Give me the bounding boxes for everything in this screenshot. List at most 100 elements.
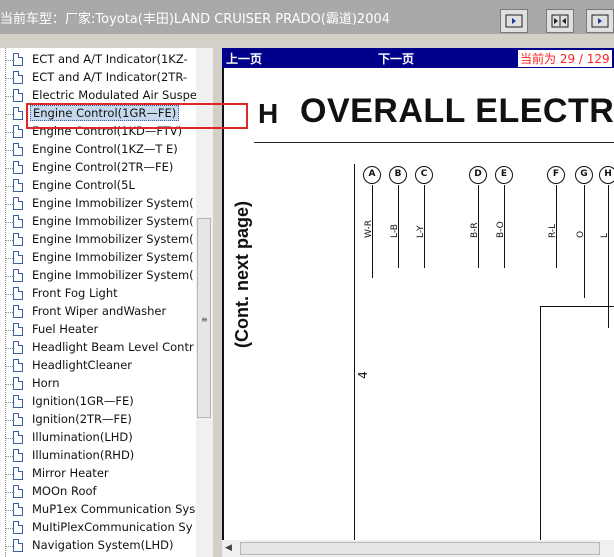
tree-item[interactable]: Headlight Beam Level Contr xyxy=(0,339,196,357)
tree-item[interactable]: Front Fog Light xyxy=(0,285,196,303)
tree-connector xyxy=(5,366,13,367)
tree-item-label: Illumination(RHD) xyxy=(32,448,135,462)
wire-color-label: R-L xyxy=(548,223,558,238)
tree-item[interactable]: Horn xyxy=(0,375,196,393)
tree-item[interactable]: MuP1ex Communication Sys xyxy=(0,501,196,519)
scroll-left-icon[interactable]: ◀ xyxy=(225,543,232,553)
tree-connector xyxy=(5,330,13,331)
document-icon xyxy=(13,431,23,444)
two-page-icon xyxy=(551,14,569,28)
wire-color-label: W-R xyxy=(364,219,374,238)
tree-item-label: ECT and A/T Indicator(1KZ- xyxy=(32,52,188,66)
tree-item-label: Engine Immobilizer System( xyxy=(32,232,194,246)
tree-item[interactable]: Front Wiper andWasher xyxy=(0,303,196,321)
tree-item[interactable]: Mirror Heater xyxy=(0,465,196,483)
document-icon xyxy=(13,89,23,102)
wire-number-label: 4 xyxy=(355,371,370,379)
tree-item[interactable]: Illumination(LHD) xyxy=(0,429,196,447)
tree-item[interactable]: Engine Control(1KD—FTV) xyxy=(0,123,196,141)
connector-circle: A xyxy=(363,166,381,184)
grip-icon: ≡ xyxy=(201,315,208,324)
tree-connector xyxy=(5,204,13,205)
tree-item-label: MuP1ex Communication Sys xyxy=(32,502,196,516)
tree-connector xyxy=(5,276,13,277)
tree-connector xyxy=(5,384,13,385)
document-icon xyxy=(13,377,23,390)
tree-connector xyxy=(5,186,13,187)
tree-item-label: Illumination(LHD) xyxy=(32,430,133,444)
connector-circle: F xyxy=(547,166,565,184)
connector-circle: B xyxy=(389,166,407,184)
wiring-diagram-page: H OVERALL ELECTRIC (Cont. next page) 4 A… xyxy=(222,68,614,557)
tree-connector xyxy=(5,528,13,529)
single-page-button[interactable] xyxy=(586,9,614,33)
tree-item[interactable]: Engine Control(1KZ—T E) xyxy=(0,141,196,159)
tree-item[interactable]: Illumination(RHD) xyxy=(0,447,196,465)
document-icon xyxy=(13,107,23,120)
tree-item[interactable]: Fuel Heater xyxy=(0,321,196,339)
document-icon xyxy=(13,197,23,210)
tree-item[interactable]: Electric Modulated Air Suspe xyxy=(0,87,196,105)
tree-item-label: Fuel Heater xyxy=(32,322,99,336)
previous-page-link[interactable]: 上一页 xyxy=(226,50,262,67)
tree-item[interactable]: Engine Immobilizer System( xyxy=(0,213,196,231)
tree-item-label: Engine Control(5L xyxy=(32,178,135,192)
tree-vertical-scrollbar[interactable]: ≡ xyxy=(196,48,213,557)
document-icon xyxy=(13,539,23,552)
tree-item[interactable]: Engine Control(1GR—FE) xyxy=(0,105,196,123)
tree-item[interactable]: Engine Immobilizer System( xyxy=(0,231,196,249)
current-vehicle-title: 当前车型：厂家:Toyota(丰田)LAND CRUISER PRADO(霸道)… xyxy=(0,12,391,27)
tree-connector xyxy=(5,456,13,457)
connector-circle: D xyxy=(469,166,487,184)
tree-item[interactable]: Engine Control(5L xyxy=(0,177,196,195)
connector-circle: H xyxy=(599,166,614,184)
tree-connector xyxy=(5,240,13,241)
document-viewer: 上一页 下一页 当前为 29 / 129 H OVERALL ELECTRIC … xyxy=(222,48,614,557)
tree-item[interactable]: Ignition(2TR—FE) xyxy=(0,411,196,429)
tree-item[interactable]: Ignition(1GR—FE) xyxy=(0,393,196,411)
wire-color-label: O xyxy=(576,230,586,238)
document-icon xyxy=(13,251,23,264)
wire-color-label: L-B xyxy=(390,224,400,238)
tree-item[interactable]: MOOn Roof xyxy=(0,483,196,501)
tree-item-label: Front Wiper andWasher xyxy=(32,304,167,318)
document-icon xyxy=(13,503,23,516)
wire-line xyxy=(354,164,355,540)
document-icon xyxy=(13,53,23,66)
tree-connector xyxy=(5,222,13,223)
viewer-horizontal-scrollbar[interactable]: ◀ xyxy=(222,540,614,557)
tree-item[interactable]: Engine Immobilizer System( xyxy=(0,195,196,213)
tree-item[interactable]: ECT and A/T Indicator(1KZ- xyxy=(0,51,196,69)
tree-item-label: Engine Control(1KZ—T E) xyxy=(32,142,178,156)
pane-splitter[interactable] xyxy=(213,34,222,557)
tree-connector xyxy=(5,258,13,259)
tree-item-label: Engine Control(1GR—FE) xyxy=(30,105,180,121)
tree-item[interactable]: Engine Control(2TR—FE) xyxy=(0,159,196,177)
viewer-scroll-thumb[interactable] xyxy=(240,542,600,555)
tree-item[interactable]: Engine Immobilizer System( xyxy=(0,249,196,267)
next-page-link[interactable]: 下一页 xyxy=(378,50,414,67)
document-icon xyxy=(13,179,23,192)
document-icon xyxy=(13,341,23,354)
heading-rule xyxy=(254,142,614,143)
tree-item-label: MuItiPlexCommunication Sy xyxy=(32,520,193,534)
tree-connector xyxy=(5,438,13,439)
tree-item[interactable]: ECT and A/T Indicator(2TR- xyxy=(0,69,196,87)
page-heading: OVERALL ELECTRIC xyxy=(300,92,614,130)
tree-scroll-thumb[interactable]: ≡ xyxy=(197,218,211,418)
tree-item[interactable]: MuItiPlexCommunication Sy xyxy=(0,519,196,537)
tree-connector xyxy=(5,348,13,349)
tree-item[interactable]: Engine Immobilizer System( xyxy=(0,267,196,285)
tree-item[interactable]: HeadlightCleaner xyxy=(0,357,196,375)
tree-connector xyxy=(5,312,13,313)
tree-item[interactable]: Navigation System(LHD) xyxy=(0,537,196,555)
connector-circle: G xyxy=(575,166,593,184)
document-icon xyxy=(13,71,23,84)
fit-width-button[interactable] xyxy=(500,9,528,33)
two-page-button[interactable] xyxy=(546,9,574,33)
tree-item-label: Horn xyxy=(32,376,60,390)
tree-item-label: Headlight Beam Level Contr xyxy=(32,340,194,354)
document-icon xyxy=(13,233,23,246)
wire-line xyxy=(584,185,585,298)
document-icon xyxy=(13,305,23,318)
